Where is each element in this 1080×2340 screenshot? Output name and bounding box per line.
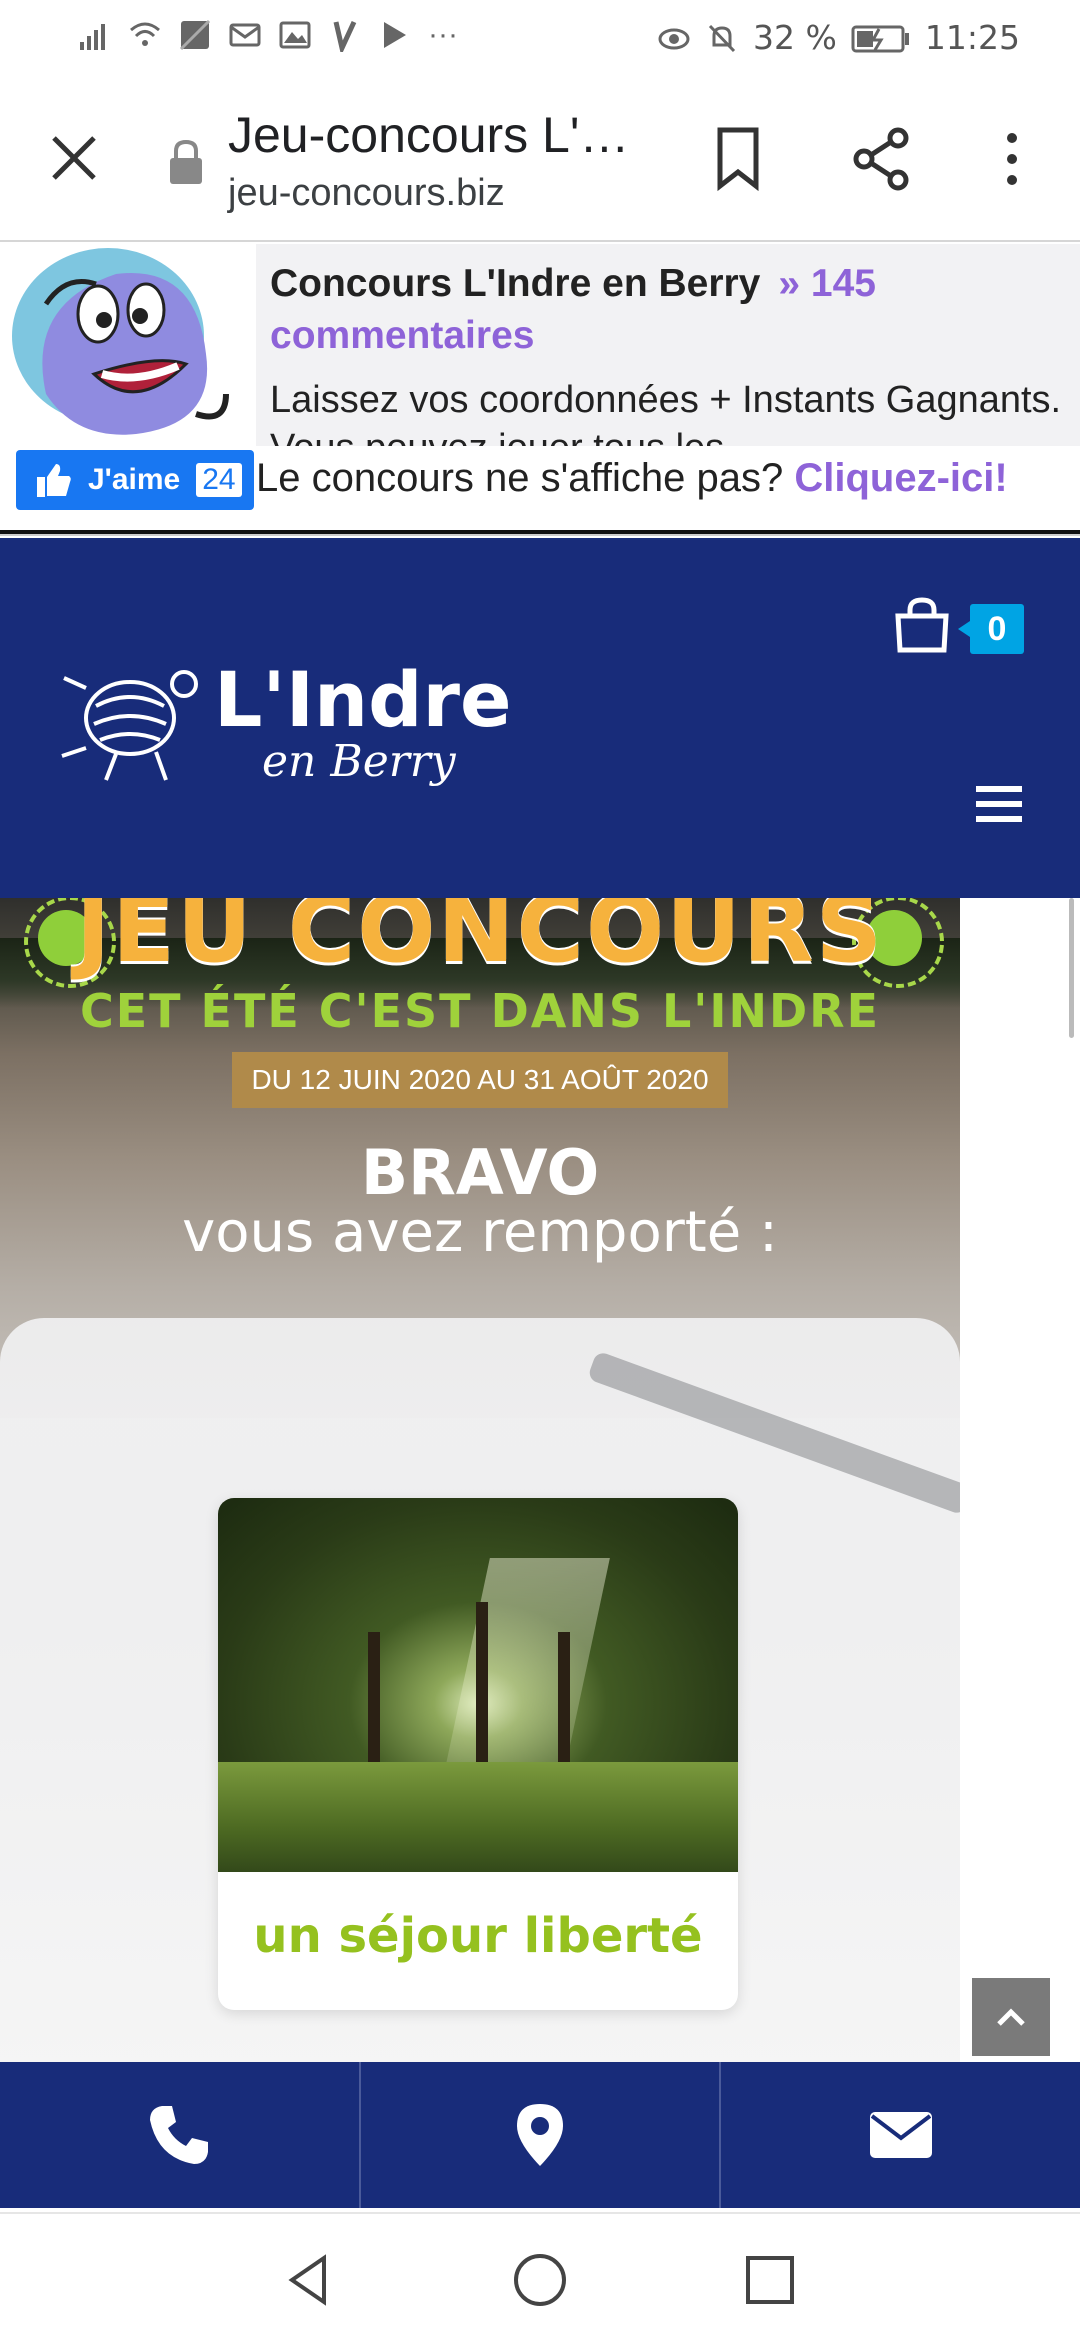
promo-info-box: Concours L'Indre en Berry» 145 commentai… [256,244,1080,446]
divider [0,530,1080,536]
lindre-en-berry-logo[interactable]: L'Indre en Berry [56,648,526,808]
page-title[interactable]: Jeu-concours L'… [228,106,648,164]
cart-count-badge[interactable]: 0 [958,604,1024,654]
site-header: L'Indre en Berry 0 [0,538,1080,898]
phone-icon [150,2106,209,2164]
share-icon[interactable] [852,126,912,192]
hamburger-menu-icon[interactable] [976,784,1022,824]
close-icon[interactable] [44,128,104,188]
app-v-icon [333,20,357,52]
status-right: 32 % 11:25 [657,18,1020,57]
call-button[interactable] [0,2062,361,2208]
signal-icon [80,24,105,50]
contest-name[interactable]: Concours L'Indre en Berry [270,262,760,305]
envelope-icon [869,2112,932,2158]
banner-subheadline: CET ÉTÉ C'EST DANS L'INDRE [79,984,881,1038]
bell-muted-icon [708,24,736,52]
contest-banner: JEU CONCOURS CET ÉTÉ C'EST DANS L'INDRE … [0,898,960,2063]
back-to-top-button[interactable] [972,1978,1050,2056]
contact-bar [0,2062,1080,2208]
shopping-bag-icon[interactable] [894,596,950,654]
prize-label: un séjour liberté [253,1908,703,1964]
more-options-icon[interactable] [1000,126,1024,192]
grass [218,1762,738,1872]
bravo-text: BRAVO [360,1136,600,1209]
email-button[interactable] [721,2062,1080,2208]
recents-square-icon[interactable] [740,2250,800,2310]
more-notifications-icon: ··· [428,18,458,51]
forest-photo [218,1498,738,1872]
bookmark-icon[interactable] [712,126,764,192]
like-count: 24 [196,463,242,497]
thumbs-up-icon [37,464,71,497]
note-text: Le concours ne s'affiche pas? [256,456,784,500]
scrollbar-thumb[interactable] [1069,898,1074,1038]
contest-dates: DU 12 JUIN 2020 AU 31 AOÛT 2020 [232,1052,728,1108]
location-button[interactable] [361,2062,722,2208]
promo-header: Concours L'Indre en Berry» 145 commentai… [0,244,1080,536]
eye-comfort-icon [658,28,690,49]
chevron-up-icon [997,2008,1025,2026]
prize-card[interactable]: un séjour liberté [218,1498,738,2010]
clock: 11:25 [924,18,1020,57]
genie-mascot-image [12,248,229,435]
lock-icon [170,139,202,184]
logo-sub-text: en Berry [262,736,457,787]
home-circle-icon[interactable] [510,2250,570,2310]
gallery-notification-icon [279,21,311,49]
click-here-link[interactable]: Cliquez-ici! [794,456,1007,500]
map-pin-icon [517,2104,563,2166]
system-navigation-bar [0,2212,1080,2340]
play-store-icon [384,22,406,48]
page-url[interactable]: jeu-concours.biz [228,172,505,215]
banner-headline: JEU CONCOURS [75,898,885,983]
won-text: vous avez remporté : [182,1200,778,1265]
facebook-like-button[interactable]: J'aime 24 [16,450,254,510]
like-label: J'aime [88,463,181,496]
battery-icon [851,25,909,52]
status-left-icons: ··· [78,18,458,52]
battery-percent: 32 % [753,18,837,57]
screen: ··· 32 % 11:25 Jeu-concours L'… jeu-conc… [0,0,1080,2340]
image-notification-icon [179,19,211,51]
mail-notification-icon [229,23,261,47]
back-triangle-icon[interactable] [280,2250,340,2310]
turtle-logo-icon [61,670,198,781]
logo-main-text: L'Indre [214,655,512,744]
wifi-icon [130,22,160,46]
promo-note: Le concours ne s'affiche pas? Cliquez-ic… [256,456,1008,501]
promo-description: Laissez vos coordonnées + Instants Gagna… [270,379,1062,446]
promo-title[interactable]: Concours L'Indre en Berry» 145 commentai… [270,258,1066,362]
status-bar: ··· 32 % 11:25 [0,0,1080,76]
browser-toolbar: Jeu-concours L'… jeu-concours.biz [0,76,1080,242]
